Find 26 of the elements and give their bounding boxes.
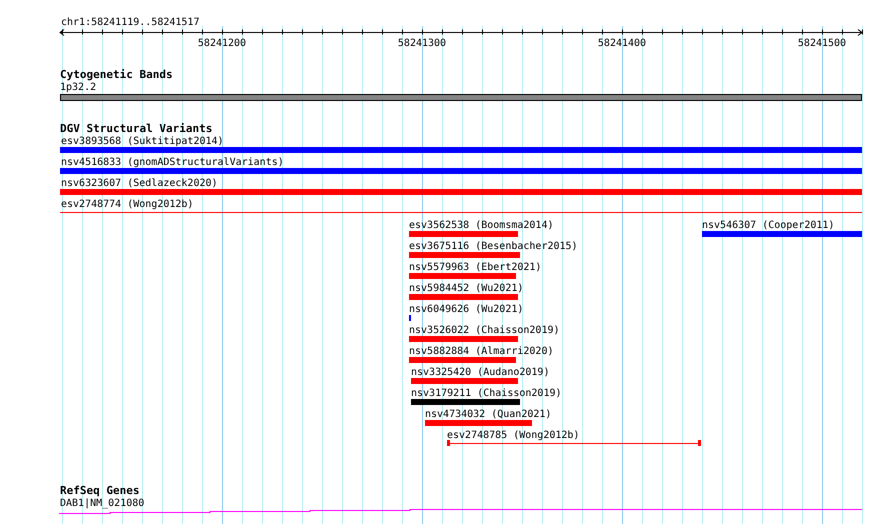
tick-label: 58241200 bbox=[198, 38, 246, 49]
variant-label: nsv3325420 (Audano2019) bbox=[411, 367, 550, 378]
tick-label: 58241400 bbox=[598, 38, 646, 49]
variant-label: esv3562538 (Boomsma2014) bbox=[409, 220, 554, 231]
variant-label: nsv6323607 (Sedlazeck2020) bbox=[61, 178, 218, 189]
band-label: 1p32.2 bbox=[60, 82, 96, 93]
track-title: Cytogenetic Bands bbox=[60, 68, 173, 81]
variant-label: esv2748785 (Wong2012b) bbox=[447, 430, 580, 441]
gene-label: DAB1|NM_021080 bbox=[60, 498, 144, 509]
variant-label: nsv5882884 (Almarri2020) bbox=[409, 346, 554, 357]
variant-label: esv2748774 (Wong2012b) bbox=[61, 199, 194, 210]
variant-label: esv3893568 (Suktitipat2014) bbox=[61, 136, 224, 147]
variant-label: nsv4516833 (gnomADStructuralVariants) bbox=[61, 157, 284, 168]
variant-label: nsv5579963 (Ebert2021) bbox=[409, 262, 542, 273]
tick-label: 58241500 bbox=[798, 38, 846, 49]
track-title: DGV Structural Variants bbox=[60, 122, 212, 135]
variant-label: nsv3179211 (Chaisson2019) bbox=[411, 388, 562, 399]
variant-label: nsv3526022 (Chaisson2019) bbox=[409, 325, 560, 336]
variant-label: nsv5984452 (Wu2021) bbox=[409, 283, 524, 294]
track-title: RefSeq Genes bbox=[60, 484, 140, 497]
variant-label: nsv6049626 (Wu2021) bbox=[409, 304, 524, 315]
variant-label: nsv546307 (Cooper2011) bbox=[702, 220, 834, 231]
locus-label: chr1:58241119..58241517 bbox=[61, 17, 200, 28]
variant-label: esv3675116 (Besenbacher2015) bbox=[409, 241, 578, 252]
variant-label: nsv4734032 (Quan2021) bbox=[425, 409, 552, 420]
tick-label: 58241300 bbox=[398, 38, 446, 49]
